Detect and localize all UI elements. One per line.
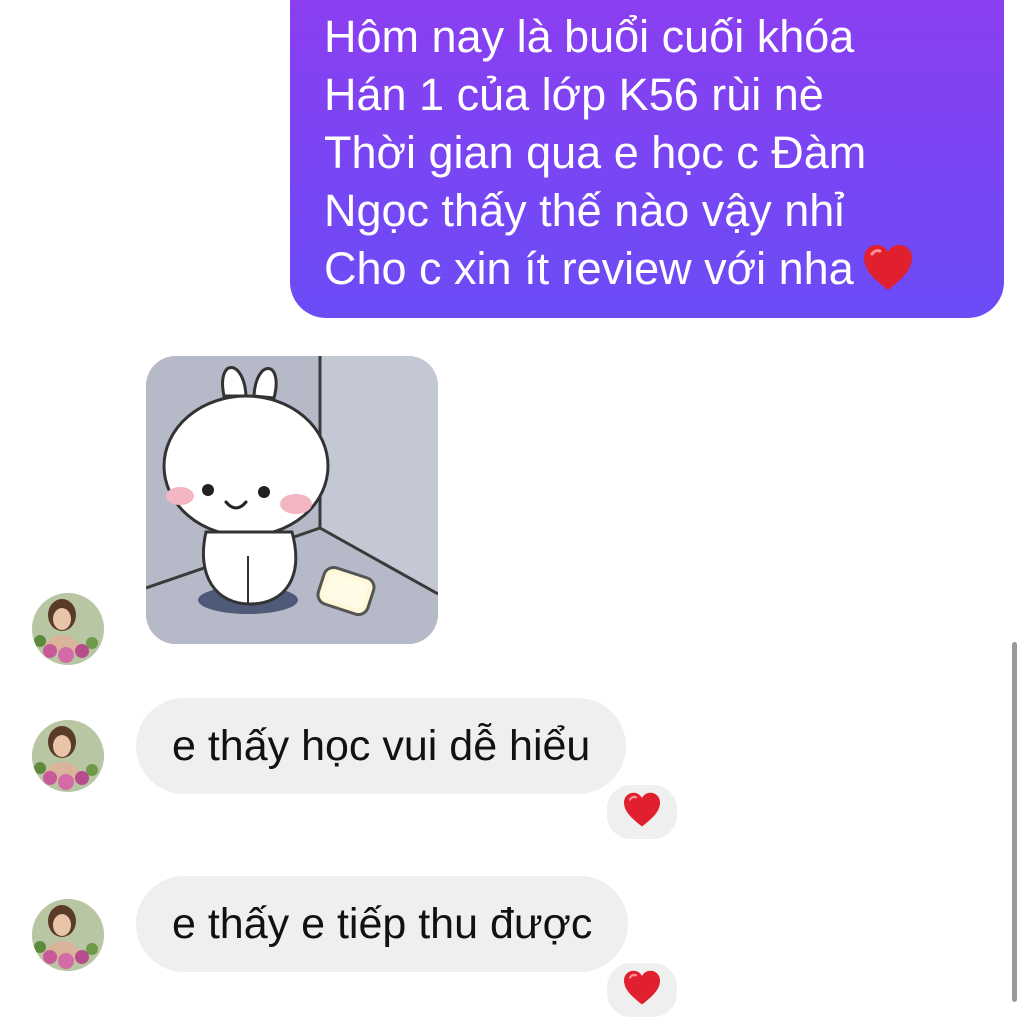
outgoing-message-bubble[interactable]: Hôm nay là buổi cuối khóa Hán 1 của lớp …	[290, 0, 1004, 318]
scrollbar[interactable]	[1012, 642, 1017, 1002]
heart-icon	[862, 244, 914, 306]
avatar[interactable]	[32, 720, 104, 792]
message-line: Ngọc thấy thế nào vậy nhỉ	[324, 185, 845, 236]
message-line: Cho c xin ít review với nha	[324, 243, 854, 294]
heart-icon	[622, 792, 662, 833]
bunny-sticker-icon[interactable]	[146, 356, 438, 644]
incoming-message-bubble[interactable]: e thấy học vui dễ hiểu	[136, 698, 627, 794]
message-text: e thấy học vui dễ hiểu	[172, 722, 591, 770]
message-line: Thời gian qua e học c Đàm	[324, 127, 867, 178]
avatar[interactable]	[32, 899, 104, 971]
heart-icon	[622, 970, 662, 1011]
message-line: Hôm nay là buổi cuối khóa	[324, 11, 855, 62]
message-line: Hán 1 của lớp K56 rùi nè	[324, 69, 824, 120]
chat-screen: Hôm nay là buổi cuối khóa Hán 1 của lớp …	[0, 0, 1024, 1024]
avatar[interactable]	[32, 593, 104, 665]
message-text: e thấy e tiếp thu được	[172, 900, 593, 948]
reaction-badge[interactable]	[604, 960, 680, 1020]
message-line-with-emoji: Cho c xin ít review với nha	[324, 240, 974, 306]
incoming-message-bubble[interactable]: e thấy e tiếp thu được	[136, 876, 629, 972]
reaction-badge[interactable]	[604, 782, 680, 842]
